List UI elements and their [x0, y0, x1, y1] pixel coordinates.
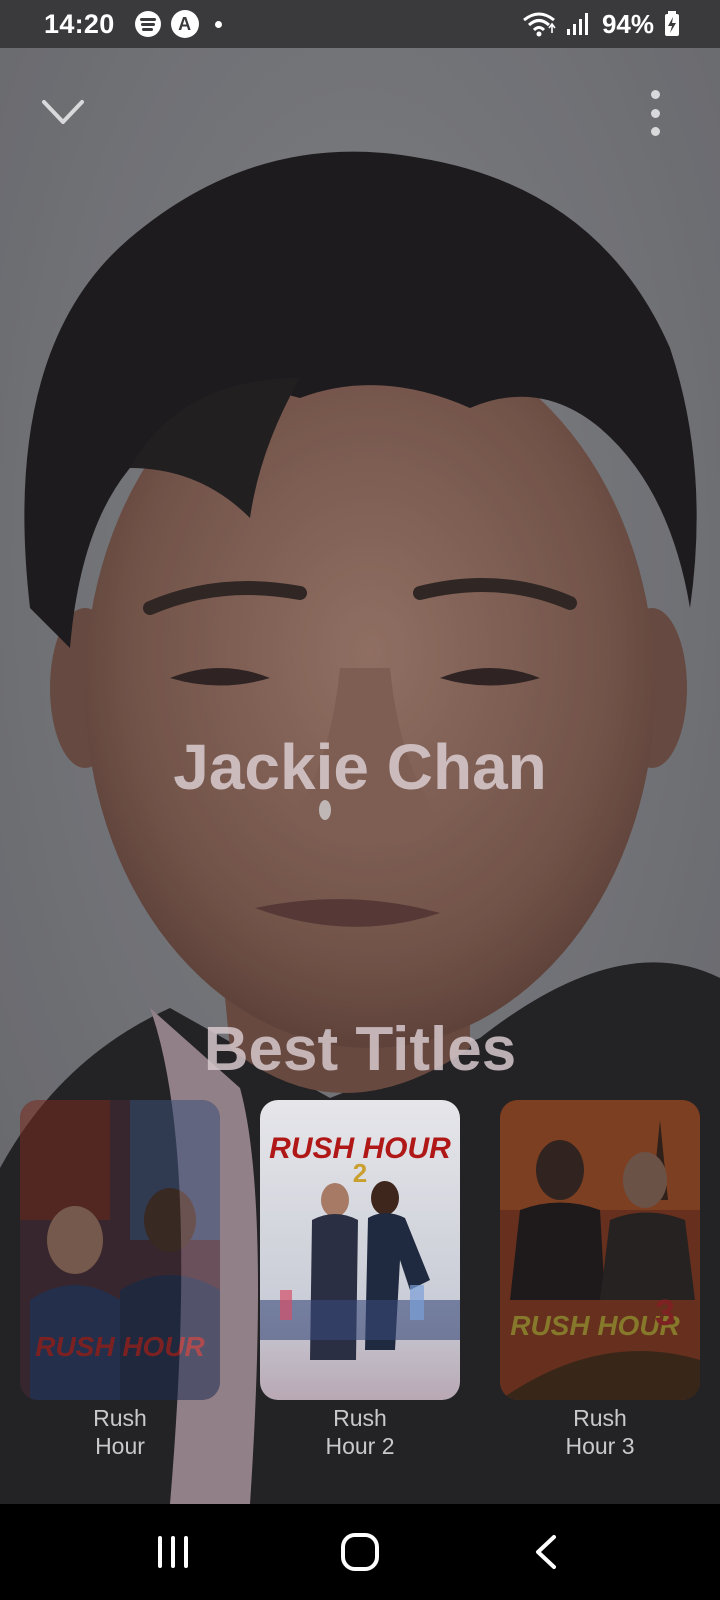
wifi-icon — [523, 12, 556, 37]
home-icon — [340, 1533, 379, 1571]
title-label: Rush Hour — [93, 1405, 147, 1459]
battery-text: 94% — [601, 8, 654, 39]
recent-apps-button[interactable] — [143, 1522, 203, 1582]
title-card-rush-hour[interactable]: RUSH HOUR Rush Hour — [20, 1100, 220, 1460]
battery-charging-icon — [665, 11, 679, 36]
status-time: 14:20 — [44, 8, 115, 39]
title-card-rush-hour-3[interactable]: RUSH HOUR 3 Rush Hour 3 — [500, 1100, 700, 1460]
status-right: 94% — [522, 9, 680, 40]
back-button[interactable] — [517, 1522, 577, 1582]
app-a-letter: A — [178, 13, 192, 34]
title-label: Rush Hour 2 — [325, 1405, 395, 1459]
app-a-icon: A — [170, 10, 199, 38]
actor-detail-view[interactable]: Jackie Chan Best Titles RUSH HOUR Rush H… — [0, 48, 720, 1504]
poster-number-2: 2 — [353, 1158, 367, 1188]
status-bar: 14:20 A 94% — [0, 0, 720, 48]
back-icon — [535, 1535, 556, 1569]
recent-apps-icon — [158, 1536, 189, 1568]
poster-rush-hour-3[interactable]: RUSH HOUR 3 — [500, 1100, 700, 1400]
chevron-down-icon[interactable] — [40, 92, 86, 132]
signal-icon — [566, 13, 588, 35]
spotify-icon — [134, 11, 161, 37]
status-left-icons: A — [134, 10, 222, 38]
notification-dot — [214, 20, 222, 28]
home-button[interactable] — [330, 1522, 390, 1582]
more-vertical-icon[interactable] — [648, 90, 662, 136]
title-label: Rush Hour 3 — [565, 1405, 635, 1459]
actor-name: Jackie Chan — [173, 731, 547, 803]
poster-rush-hour[interactable]: RUSH HOUR — [20, 1100, 220, 1400]
app-screen: 14:20 A 94% Jackie Chan Best Titles RUSH… — [0, 0, 720, 1600]
best-titles-carousel[interactable]: RUSH HOUR Rush Hour RUSH HOUR 2 Rush Hou… — [20, 1100, 700, 1480]
title-card-rush-hour-2[interactable]: RUSH HOUR 2 Rush Hour 2 — [260, 1100, 460, 1460]
poster-rush-hour-2[interactable]: RUSH HOUR 2 — [260, 1100, 460, 1400]
system-nav-bar — [0, 1504, 720, 1600]
poster-number-3: 3 — [655, 1292, 675, 1333]
poster-title-1: RUSH HOUR — [35, 1331, 205, 1362]
best-titles-heading: Best Titles — [203, 1015, 517, 1084]
